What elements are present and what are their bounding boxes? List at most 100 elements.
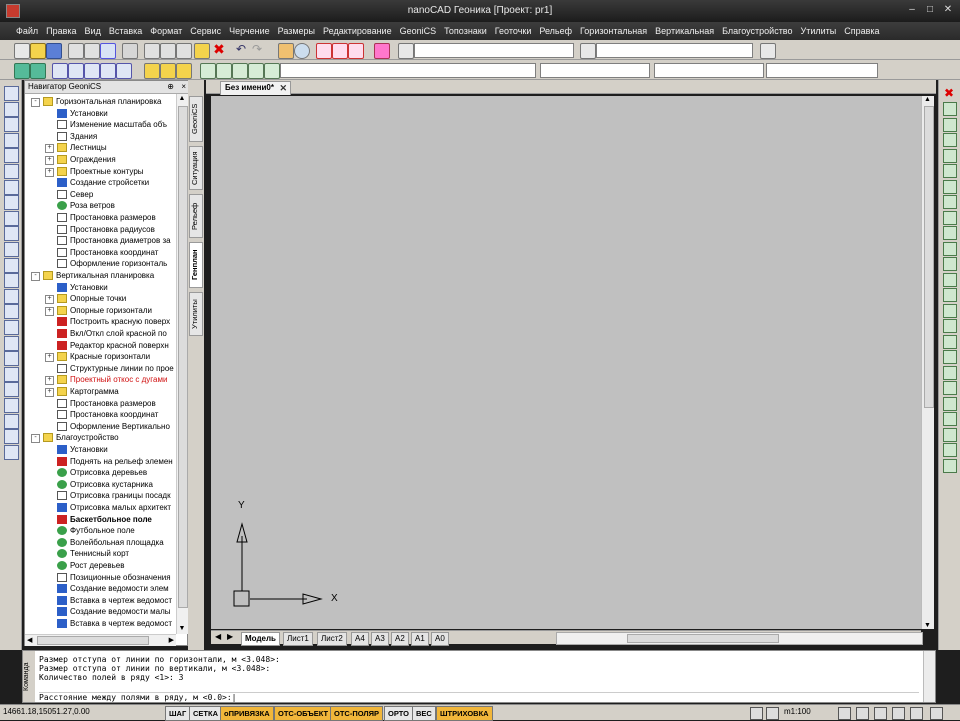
modify-tool-icon[interactable] <box>943 226 957 240</box>
modify-tool-icon[interactable] <box>943 133 957 147</box>
insert-icon-3[interactable] <box>232 63 248 79</box>
sheet-next-icon[interactable]: ▶ <box>227 632 233 641</box>
toolbar-combo-2[interactable] <box>596 43 753 58</box>
tree-item[interactable]: Простановка размеров <box>25 212 175 224</box>
draw-tool-icon[interactable] <box>4 273 19 289</box>
model-space-icon[interactable] <box>750 707 763 720</box>
collapse-icon[interactable]: - <box>31 98 40 107</box>
print-icon[interactable] <box>68 43 84 59</box>
menu-item[interactable]: Вертикальная <box>651 22 718 40</box>
modify-tool-icon[interactable] <box>943 381 957 395</box>
scroll-up-icon[interactable]: ▲ <box>178 95 186 103</box>
sheet-tab[interactable]: Лист1 <box>283 632 313 646</box>
snap-icon[interactable] <box>52 63 68 79</box>
new-file-icon[interactable] <box>14 43 30 59</box>
expand-icon[interactable]: + <box>45 353 54 363</box>
tree-item[interactable]: + Ограждения <box>25 154 175 166</box>
side-tab[interactable]: Ситуация <box>189 146 203 190</box>
menu-item[interactable]: Формат <box>146 22 186 40</box>
measure-icon[interactable] <box>68 63 84 79</box>
zoom-realtime-icon[interactable] <box>294 43 310 59</box>
close-button[interactable]: ✕ <box>940 4 956 16</box>
tree-item[interactable]: Установки <box>25 108 175 120</box>
modify-tool-icon[interactable] <box>943 257 957 271</box>
canvas-hscroll-thumb[interactable] <box>627 634 779 643</box>
insert-icon-5[interactable] <box>264 63 280 79</box>
modify-tool-icon[interactable] <box>943 288 957 302</box>
scroll-down-icon[interactable]: ▼ <box>924 622 931 629</box>
tree-item[interactable]: Вставка в чертеж ведомост <box>25 618 175 630</box>
modify-tool-icon[interactable] <box>943 303 957 318</box>
tree-group[interactable]: - Благоустройство <box>25 432 175 444</box>
tree-item[interactable]: Оформление Вертикально <box>25 421 175 433</box>
modify-tool-icon[interactable] <box>943 164 957 178</box>
lock-icon[interactable] <box>856 707 869 720</box>
menu-item[interactable]: Благоустройство <box>718 22 796 40</box>
linetype-combo[interactable] <box>654 63 764 78</box>
navigator-pin-icon[interactable]: ⊕ <box>167 81 174 93</box>
expand-icon[interactable]: + <box>45 156 54 165</box>
insert-icon-4[interactable] <box>248 63 264 79</box>
edit-icon[interactable] <box>144 63 160 79</box>
menu-item[interactable]: Сервис <box>186 22 225 40</box>
tree-item[interactable]: Теннисный корт <box>25 548 175 560</box>
modify-tool-icon[interactable] <box>943 179 957 194</box>
open-file-icon[interactable] <box>30 43 46 59</box>
menu-item[interactable]: GeoniCS <box>396 22 441 40</box>
draw-tool-icon[interactable] <box>4 210 19 226</box>
tree-item[interactable]: Изменение масштаба объ <box>25 119 175 131</box>
tree-item[interactable]: Вкл/Откл слой красной по <box>25 328 175 340</box>
document-tab[interactable]: Без имени0* ✕ <box>220 81 291 95</box>
tree-item[interactable]: Баскетбольное поле <box>25 514 175 526</box>
canvas-scroll-thumb[interactable] <box>924 106 934 408</box>
command-scrollbar[interactable] <box>923 651 935 702</box>
status-toggle-button[interactable]: ОТС-ОБЪЕКТ <box>274 706 333 721</box>
tree-item[interactable]: + Лестницы <box>25 142 175 154</box>
close-drawing-icon[interactable]: ✖ <box>944 86 954 100</box>
menu-item[interactable]: Справка <box>840 22 883 40</box>
print-preview-icon[interactable] <box>84 43 100 59</box>
tree-item[interactable]: Север <box>25 189 175 201</box>
navigator-close-icon[interactable]: × <box>181 81 186 93</box>
document-close-icon[interactable]: ✕ <box>279 82 287 94</box>
menu-item[interactable]: Утилиты <box>797 22 841 40</box>
draw-tool-icon[interactable] <box>4 335 19 351</box>
menu-item[interactable]: Топознаки <box>440 22 491 40</box>
sheet-tab[interactable]: A0 <box>431 632 449 646</box>
delete-icon[interactable]: ✖ <box>212 42 226 57</box>
scroll-down-icon[interactable]: ▼ <box>178 625 186 633</box>
edit-icon-3[interactable] <box>176 63 192 79</box>
tree-item[interactable]: + Картограмма <box>25 386 175 398</box>
draw-tool-icon[interactable] <box>4 444 19 460</box>
pan-icon[interactable] <box>278 43 294 59</box>
draw-tool-icon[interactable] <box>4 257 19 273</box>
canvas-vertical-scrollbar[interactable]: ▲ ▼ <box>921 96 934 629</box>
drawing-canvas[interactable]: Y X <box>211 96 921 629</box>
tree-item[interactable]: Создание ведомости малы <box>25 606 175 618</box>
draw-tool-icon[interactable] <box>4 101 19 117</box>
eraser-icon[interactable] <box>374 43 390 59</box>
tree-item[interactable]: Структурные линии по прое <box>25 363 175 375</box>
properties-icon[interactable] <box>398 43 414 59</box>
menu-item[interactable]: Правка <box>42 22 80 40</box>
sheet-tab[interactable]: A2 <box>391 632 409 646</box>
tree-item[interactable]: + Проектный откос с дугами <box>25 374 175 386</box>
annotation-visibility-icon[interactable] <box>838 707 851 720</box>
line-icon[interactable] <box>84 63 100 79</box>
draw-tool-icon[interactable] <box>4 351 19 367</box>
save-icon[interactable] <box>46 43 62 59</box>
modify-tool-icon[interactable] <box>943 427 957 442</box>
sheet-tab[interactable]: Лист2 <box>317 632 347 646</box>
tree-item[interactable]: Простановка диаметров за <box>25 235 175 247</box>
menu-item[interactable]: Файл <box>12 22 42 40</box>
canvas-horizontal-scrollbar[interactable] <box>556 632 923 645</box>
color-combo[interactable] <box>540 63 650 78</box>
status-toggle-button[interactable]: ШАГ <box>165 706 191 721</box>
modify-tool-icon[interactable] <box>943 350 957 364</box>
modify-tool-icon[interactable] <box>943 195 957 209</box>
publish-icon[interactable] <box>100 43 116 59</box>
toolbar-combo-1[interactable] <box>414 43 574 58</box>
paste-icon[interactable] <box>176 43 192 59</box>
draw-tool-icon[interactable] <box>4 148 19 164</box>
draw-tool-icon[interactable] <box>4 117 19 133</box>
